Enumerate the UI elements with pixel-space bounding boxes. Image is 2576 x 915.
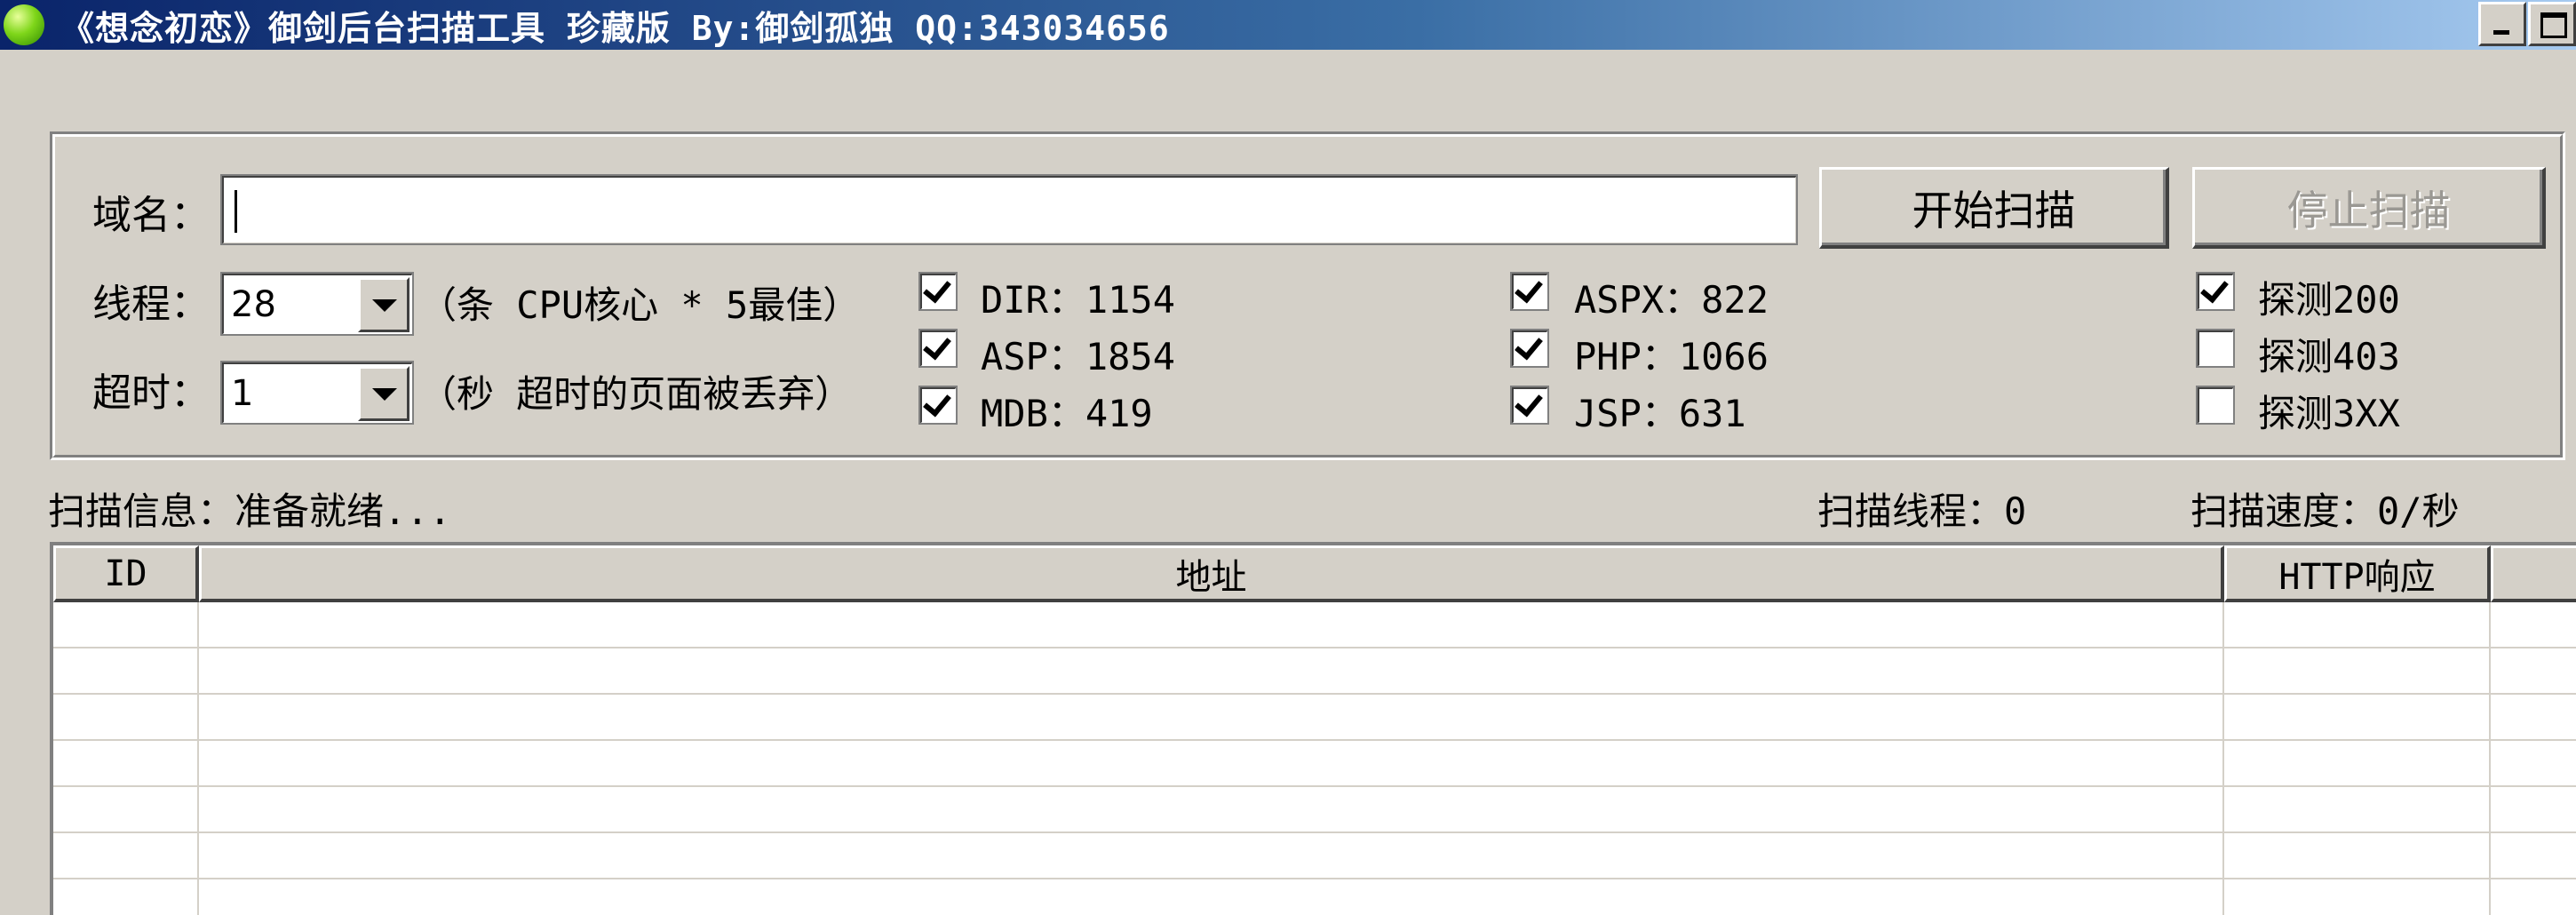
timeout-hint: （秒 超时的页面被丢弃） <box>419 372 853 416</box>
detect-200-checkbox[interactable] <box>2196 272 2235 311</box>
dir-checkbox[interactable] <box>918 272 958 311</box>
table-row <box>53 648 2576 695</box>
scan-speed-status: 扫描速度：0/秒 <box>2190 489 2460 533</box>
detect-200-label: 探测200 <box>2258 278 2400 322</box>
timeout-label: 超时： <box>92 370 210 416</box>
column-header-http-response[interactable]: HTTP响应 <box>2224 545 2491 602</box>
column-header-id[interactable]: ID <box>53 545 199 602</box>
php-checkbox[interactable] <box>1510 329 1549 368</box>
detect-403-checkbox[interactable] <box>2196 329 2235 368</box>
text-caret <box>235 190 237 233</box>
timeout-combobox[interactable]: 1 <box>220 361 414 425</box>
timeout-value: 1 <box>231 373 254 414</box>
mdb-checkbox[interactable] <box>918 386 958 425</box>
asp-checkbox-label: ASP：1854 <box>981 335 1176 378</box>
table-row <box>53 741 2576 787</box>
detect-3xx-checkbox[interactable] <box>2196 386 2235 425</box>
domain-label: 域名： <box>92 193 210 238</box>
aspx-checkbox-label: ASPX：822 <box>1574 278 1769 322</box>
window-controls <box>2477 2 2576 46</box>
table-row <box>53 695 2576 741</box>
table-row <box>53 833 2576 879</box>
threads-value: 28 <box>231 284 276 325</box>
app-icon <box>4 4 44 45</box>
minimize-button[interactable] <box>2478 2 2526 46</box>
jsp-checkbox-label: JSP：631 <box>1574 392 1746 435</box>
scan-info-status: 扫描信息：准备就绪... <box>48 489 451 533</box>
table-row <box>53 787 2576 833</box>
mdb-checkbox-label: MDB：419 <box>981 392 1153 435</box>
table-row <box>53 602 2576 648</box>
scan-threads-status: 扫描线程：0 <box>1817 489 2027 533</box>
maximize-button[interactable] <box>2528 2 2576 46</box>
detect-3xx-label: 探测3XX <box>2258 392 2400 435</box>
window-title: 《想念初恋》御剑后台扫描工具 珍藏版 By:御剑孤独 QQ:343034656 <box>60 8 1170 48</box>
stop-scan-button[interactable]: 停止扫描 <box>2192 167 2546 249</box>
jsp-checkbox[interactable] <box>1510 386 1549 425</box>
threads-label: 线程： <box>92 282 210 327</box>
table-header: ID 地址 HTTP响应 <box>53 545 2576 602</box>
title-bar[interactable]: 《想念初恋》御剑后台扫描工具 珍藏版 By:御剑孤独 QQ:343034656 <box>0 0 2576 50</box>
table-row <box>53 879 2576 915</box>
asp-checkbox[interactable] <box>918 329 958 368</box>
aspx-checkbox[interactable] <box>1510 272 1549 311</box>
dir-checkbox-label: DIR：1154 <box>981 278 1176 322</box>
table-body <box>53 602 2576 915</box>
php-checkbox-label: PHP：1066 <box>1574 335 1769 378</box>
threads-hint: （条 CPU核心 * 5最佳） <box>419 283 861 327</box>
detect-403-label: 探测403 <box>2258 335 2400 378</box>
threads-combobox[interactable]: 28 <box>220 272 414 336</box>
start-scan-button[interactable]: 开始扫描 <box>1819 167 2169 249</box>
results-table[interactable]: ID 地址 HTTP响应 <box>50 542 2576 915</box>
column-header-filler <box>2491 545 2576 602</box>
domain-input[interactable] <box>220 174 1798 245</box>
column-header-address[interactable]: 地址 <box>199 545 2224 602</box>
chevron-down-icon[interactable] <box>358 277 409 332</box>
chevron-down-icon[interactable] <box>358 366 409 421</box>
